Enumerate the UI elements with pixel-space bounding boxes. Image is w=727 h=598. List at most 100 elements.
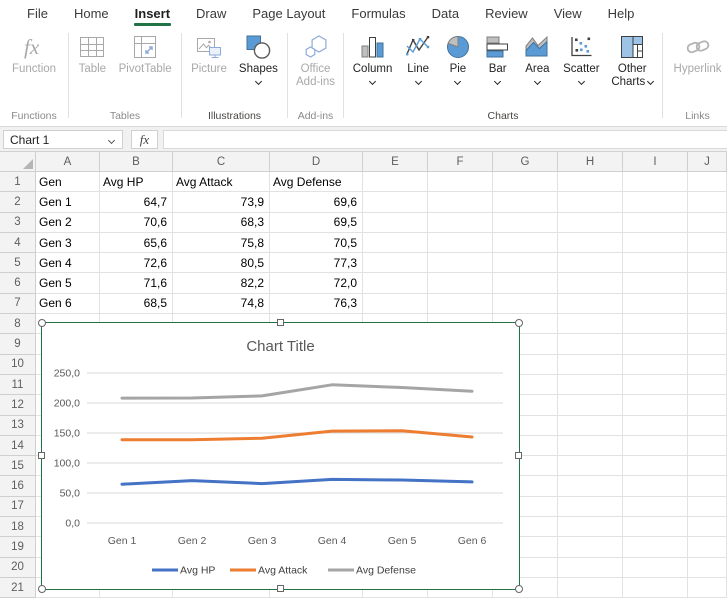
- cell-A3[interactable]: Gen 2: [36, 213, 100, 233]
- cell-C2[interactable]: 73,9: [173, 192, 270, 212]
- cell-J4[interactable]: [688, 233, 727, 253]
- cell-F2[interactable]: [428, 192, 493, 212]
- cell-H3[interactable]: [558, 213, 623, 233]
- cell-J18[interactable]: [688, 517, 727, 537]
- cell-I19[interactable]: [623, 537, 688, 557]
- row-header-4[interactable]: 4: [0, 233, 36, 253]
- cell-D3[interactable]: 69,5: [270, 213, 363, 233]
- cell-J19[interactable]: [688, 537, 727, 557]
- cell-C7[interactable]: 74,8: [173, 294, 270, 314]
- column-header-F[interactable]: F: [428, 152, 493, 172]
- ribbon-button-line[interactable]: Line: [401, 32, 435, 85]
- row-header-6[interactable]: 6: [0, 273, 36, 293]
- chart-resize-handle-tm[interactable]: [277, 319, 284, 326]
- cell-I15[interactable]: [623, 456, 688, 476]
- ribbon-button-other-charts[interactable]: OtherCharts: [608, 32, 656, 90]
- row-header-18[interactable]: 18: [0, 517, 36, 537]
- tab-data[interactable]: Data: [419, 0, 472, 27]
- cell-F5[interactable]: [428, 253, 493, 273]
- cell-I5[interactable]: [623, 253, 688, 273]
- cell-F1[interactable]: [428, 172, 493, 192]
- cell-H20[interactable]: [558, 558, 623, 578]
- cell-H9[interactable]: [558, 334, 623, 354]
- select-all-corner[interactable]: [0, 152, 36, 172]
- chart-resize-handle-bm[interactable]: [277, 585, 284, 592]
- cell-B1[interactable]: Avg HP: [100, 172, 173, 192]
- cell-D5[interactable]: 77,3: [270, 253, 363, 273]
- cell-J10[interactable]: [688, 355, 727, 375]
- row-header-12[interactable]: 12: [0, 395, 36, 415]
- tab-review[interactable]: Review: [472, 0, 541, 27]
- row-header-15[interactable]: 15: [0, 456, 36, 476]
- row-header-8[interactable]: 8: [0, 314, 36, 334]
- cell-E3[interactable]: [363, 213, 428, 233]
- cell-J5[interactable]: [688, 253, 727, 273]
- tab-file[interactable]: File: [14, 0, 61, 27]
- formula-input[interactable]: [163, 130, 727, 149]
- cell-H2[interactable]: [558, 192, 623, 212]
- cell-C5[interactable]: 80,5: [173, 253, 270, 273]
- cell-H12[interactable]: [558, 395, 623, 415]
- column-header-D[interactable]: D: [270, 152, 363, 172]
- ribbon-button-scatter[interactable]: Scatter: [560, 32, 602, 85]
- cell-D2[interactable]: 69,6: [270, 192, 363, 212]
- row-header-19[interactable]: 19: [0, 537, 36, 557]
- row-header-3[interactable]: 3: [0, 213, 36, 233]
- cell-E5[interactable]: [363, 253, 428, 273]
- ribbon-button-bar[interactable]: Bar: [481, 32, 515, 85]
- column-header-B[interactable]: B: [100, 152, 173, 172]
- cell-B5[interactable]: 72,6: [100, 253, 173, 273]
- cell-A2[interactable]: Gen 1: [36, 192, 100, 212]
- column-header-C[interactable]: C: [173, 152, 270, 172]
- cell-E2[interactable]: [363, 192, 428, 212]
- cell-D7[interactable]: 76,3: [270, 294, 363, 314]
- chart-resize-handle-br[interactable]: [515, 585, 523, 593]
- row-header-20[interactable]: 20: [0, 558, 36, 578]
- cell-A5[interactable]: Gen 4: [36, 253, 100, 273]
- cell-D4[interactable]: 70,5: [270, 233, 363, 253]
- row-header-14[interactable]: 14: [0, 436, 36, 456]
- cell-J14[interactable]: [688, 436, 727, 456]
- cell-F6[interactable]: [428, 273, 493, 293]
- chart-resize-handle-bl[interactable]: [38, 585, 46, 593]
- cell-E4[interactable]: [363, 233, 428, 253]
- cell-I16[interactable]: [623, 476, 688, 496]
- cell-G3[interactable]: [493, 213, 558, 233]
- cell-J21[interactable]: [688, 578, 727, 598]
- cell-I6[interactable]: [623, 273, 688, 293]
- cell-D1[interactable]: Avg Defense: [270, 172, 363, 192]
- row-header-10[interactable]: 10: [0, 355, 36, 375]
- name-box[interactable]: Chart 1: [3, 130, 123, 149]
- cell-B2[interactable]: 64,7: [100, 192, 173, 212]
- cell-H17[interactable]: [558, 497, 623, 517]
- cell-J15[interactable]: [688, 456, 727, 476]
- cell-A6[interactable]: Gen 5: [36, 273, 100, 293]
- chart-resize-handle-tr[interactable]: [515, 319, 523, 327]
- ribbon-button-pie[interactable]: Pie: [441, 32, 475, 85]
- cell-I11[interactable]: [623, 375, 688, 395]
- cell-H21[interactable]: [558, 578, 623, 598]
- cell-H1[interactable]: [558, 172, 623, 192]
- cell-J20[interactable]: [688, 558, 727, 578]
- column-header-E[interactable]: E: [363, 152, 428, 172]
- column-header-I[interactable]: I: [623, 152, 688, 172]
- cell-H10[interactable]: [558, 355, 623, 375]
- cell-J17[interactable]: [688, 497, 727, 517]
- cell-F7[interactable]: [428, 294, 493, 314]
- cell-I7[interactable]: [623, 294, 688, 314]
- fx-button[interactable]: fx: [131, 130, 158, 149]
- cell-H13[interactable]: [558, 416, 623, 436]
- cell-J12[interactable]: [688, 395, 727, 415]
- row-header-2[interactable]: 2: [0, 192, 36, 212]
- cell-A1[interactable]: Gen: [36, 172, 100, 192]
- cell-E6[interactable]: [363, 273, 428, 293]
- cell-F3[interactable]: [428, 213, 493, 233]
- cell-J6[interactable]: [688, 273, 727, 293]
- cell-G2[interactable]: [493, 192, 558, 212]
- tab-formulas[interactable]: Formulas: [338, 0, 418, 27]
- row-header-9[interactable]: 9: [0, 334, 36, 354]
- cell-I1[interactable]: [623, 172, 688, 192]
- cell-B4[interactable]: 65,6: [100, 233, 173, 253]
- cell-A7[interactable]: Gen 6: [36, 294, 100, 314]
- cell-G6[interactable]: [493, 273, 558, 293]
